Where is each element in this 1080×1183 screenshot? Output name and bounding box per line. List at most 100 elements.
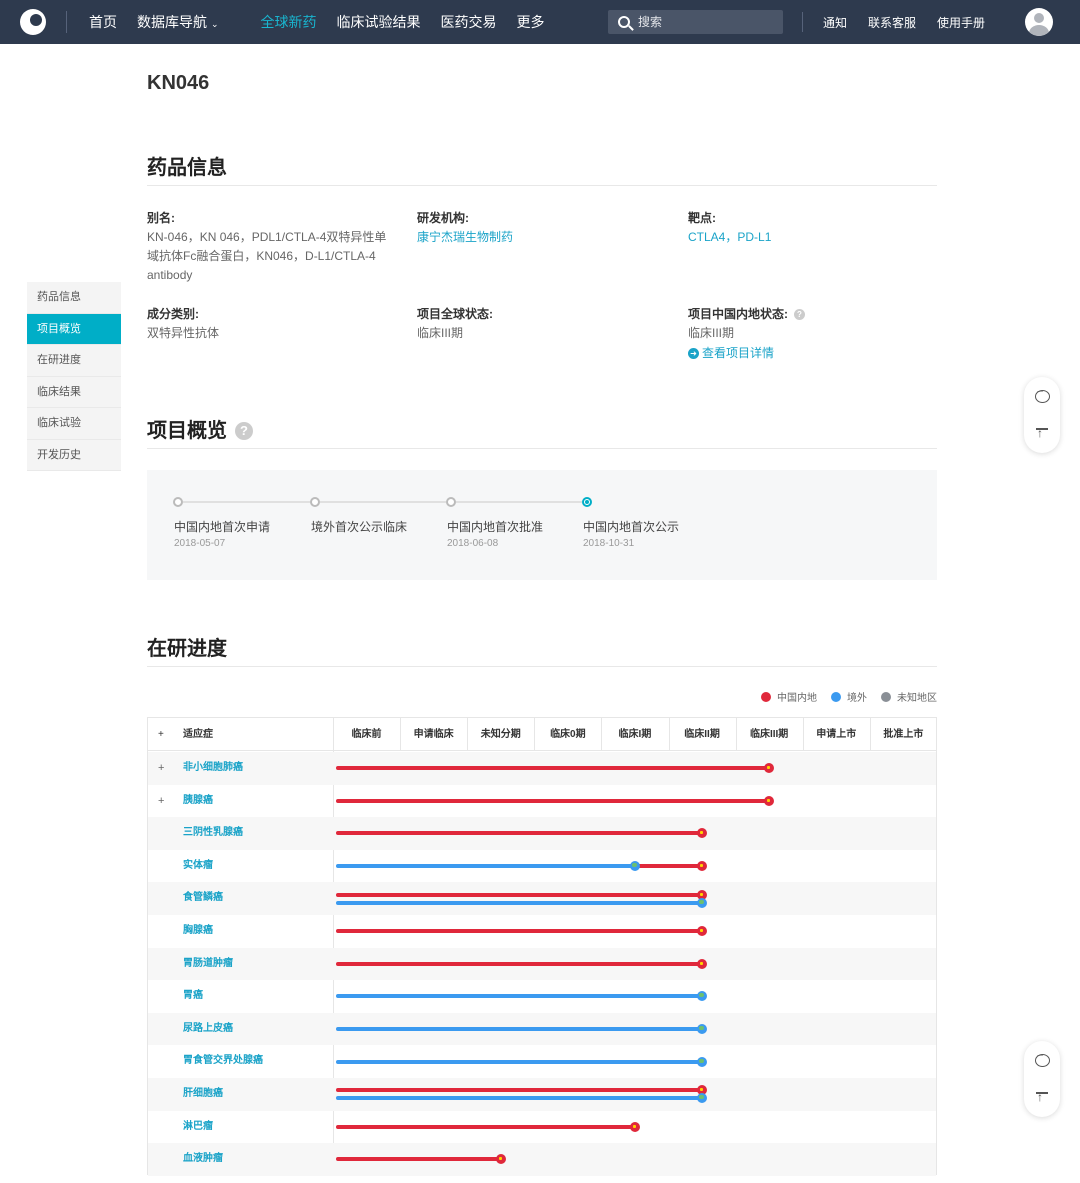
chat-icon — [1034, 386, 1050, 403]
help-icon[interactable]: ? — [794, 309, 805, 320]
timeline-step-label: 中国内地首次公示 — [583, 520, 680, 534]
chat-button[interactable] — [1024, 377, 1060, 415]
chat-icon — [1034, 1050, 1050, 1067]
indication-link[interactable]: 胃食管交界处腺癌 — [183, 1045, 263, 1078]
timeline-step-label: 中国内地首次批准 — [447, 520, 544, 534]
indication-link[interactable]: 胰腺癌 — [183, 785, 213, 818]
china-progress-bar — [336, 1088, 703, 1093]
section-title-progress: 在研进度 — [147, 638, 227, 660]
expand-all-icon[interactable]: + — [158, 718, 164, 751]
progress-row: 食管鳞癌 — [148, 882, 936, 915]
expand-row-icon[interactable]: + — [158, 752, 164, 785]
indication-link[interactable]: 食管鳞癌 — [183, 882, 223, 915]
china-flag-icon — [697, 958, 708, 969]
indication-link[interactable]: 实体瘤 — [183, 850, 213, 883]
avatar[interactable] — [1025, 8, 1053, 36]
expand-row-icon[interactable]: + — [158, 785, 164, 818]
indication-link[interactable]: 胸腺癌 — [183, 915, 213, 948]
phase-column-header: 临床0期 — [550, 729, 586, 740]
side-menu-item[interactable]: 项目概览 — [27, 313, 121, 345]
china-progress-bar — [336, 831, 703, 836]
globe-icon — [629, 861, 640, 872]
indication-link[interactable]: 肝细胞癌 — [183, 1078, 223, 1111]
progress-row: 胃食管交界处腺癌 — [148, 1045, 936, 1078]
china-progress-bar — [336, 798, 770, 803]
legend-item: 中国内地 — [761, 689, 817, 704]
nav-item-0[interactable]: 首页 — [89, 12, 117, 32]
global-status-label: 项目全球状态: — [417, 307, 493, 321]
floating-toolbar — [1024, 377, 1060, 453]
side-menu-item[interactable]: 开发历史 — [27, 440, 121, 471]
side-menu-item[interactable]: 临床结果 — [27, 377, 121, 408]
nav-item-1[interactable]: 数据库导航 ⌄ — [137, 12, 219, 32]
timeline-step-label: 中国内地首次申请 — [174, 520, 271, 534]
chat-button[interactable] — [1024, 1041, 1060, 1079]
timeline-step-date: 2018-06-08 — [447, 538, 499, 549]
abroad-progress-bar — [336, 864, 635, 869]
indication-link[interactable]: 血液肿瘤 — [183, 1143, 223, 1176]
section-title-overview: 项目概览? — [147, 414, 253, 443]
indication-link[interactable]: 胃肠道肿瘤 — [183, 948, 233, 981]
timeline-connector — [456, 501, 582, 503]
indication-link[interactable]: 胃癌 — [183, 980, 203, 1013]
view-project-detail-link[interactable]: ➜ 查看项目详情 — [688, 344, 774, 363]
search-input[interactable] — [638, 15, 768, 29]
nav-item-5[interactable]: 更多 — [517, 12, 545, 32]
top-link-1[interactable]: 联系客服 — [868, 14, 916, 31]
type-value: 双特异性抗体 — [147, 326, 220, 340]
timeline-dot — [446, 497, 456, 507]
top-link-2[interactable]: 使用手册 — [937, 14, 985, 31]
search-box[interactable] — [608, 10, 783, 34]
section-title-drug-info: 药品信息 — [147, 157, 227, 179]
back-to-top-button[interactable] — [1024, 415, 1060, 453]
timeline-dot — [310, 497, 320, 507]
indication-column-header: 适应症 — [183, 729, 213, 740]
side-menu-item[interactable]: 药品信息 — [27, 282, 121, 314]
abroad-progress-bar — [336, 900, 703, 905]
progress-row: 胃肠道肿瘤 — [148, 947, 936, 981]
side-menu-item[interactable]: 临床试验 — [27, 408, 121, 440]
indication-link[interactable]: 非小细胞肺癌 — [183, 752, 243, 785]
top-link-0[interactable]: 通知 — [823, 14, 847, 31]
progress-row: 胃癌 — [148, 980, 936, 1013]
cn-status-value: 临床III期 — [688, 326, 735, 340]
side-menu-item[interactable]: 在研进度 — [27, 345, 121, 377]
arrow-right-circle-icon: ➜ — [688, 348, 699, 359]
china-progress-bar — [634, 864, 703, 869]
china-progress-bar — [336, 929, 703, 934]
phase-column-header: 临床III期 — [749, 729, 789, 740]
back-to-top-icon — [1036, 1090, 1048, 1104]
china-progress-bar — [336, 961, 703, 966]
china-flag-icon — [697, 828, 708, 839]
timeline-step-date: 2018-10-31 — [583, 538, 635, 549]
floating-toolbar — [1024, 1041, 1060, 1117]
indication-link[interactable]: 三阴性乳腺癌 — [183, 817, 243, 850]
help-icon[interactable]: ? — [235, 422, 253, 440]
column-divider — [534, 718, 536, 751]
top-right-links: 通知 联系客服 使用手册 — [823, 0, 1006, 44]
progress-table: + 适应症 临床前 申请临床 未知分期 临床0期 临床I期 临床II期 临床III期 申请上市 批准… — [147, 717, 937, 1176]
phase-column-header: 临床I期 — [618, 729, 652, 740]
timeline-step-date: 2018-05-07 — [174, 538, 226, 549]
target-links[interactable]: CTLA4，PD-L1 — [688, 228, 771, 247]
indication-link[interactable]: 尿路上皮癌 — [183, 1013, 233, 1046]
china-flag-icon — [764, 763, 775, 774]
timeline-connector — [183, 501, 310, 503]
nav-item-4[interactable]: 医药交易 — [441, 12, 497, 32]
back-to-top-icon — [1036, 426, 1048, 440]
section-divider — [147, 448, 937, 449]
phase-column-header: 批准上市 — [883, 729, 924, 740]
nav-item-3[interactable]: 临床试验结果 — [337, 12, 421, 32]
type-label: 成分类别: — [147, 307, 199, 321]
legend-item: 未知地区 — [881, 689, 937, 704]
china-flag-icon — [697, 861, 708, 872]
indication-link[interactable]: 淋巴瘤 — [183, 1111, 213, 1144]
logo-icon[interactable] — [20, 9, 46, 35]
nav-divider — [802, 12, 803, 32]
org-link[interactable]: 康宁杰瑞生物制药 — [417, 228, 513, 247]
back-to-top-button[interactable] — [1024, 1079, 1060, 1117]
section-divider — [147, 666, 937, 667]
column-divider — [869, 718, 871, 751]
nav-item-2[interactable]: 全球新药 — [261, 12, 317, 32]
timeline-step-label: 境外首次公示临床 — [311, 520, 408, 534]
